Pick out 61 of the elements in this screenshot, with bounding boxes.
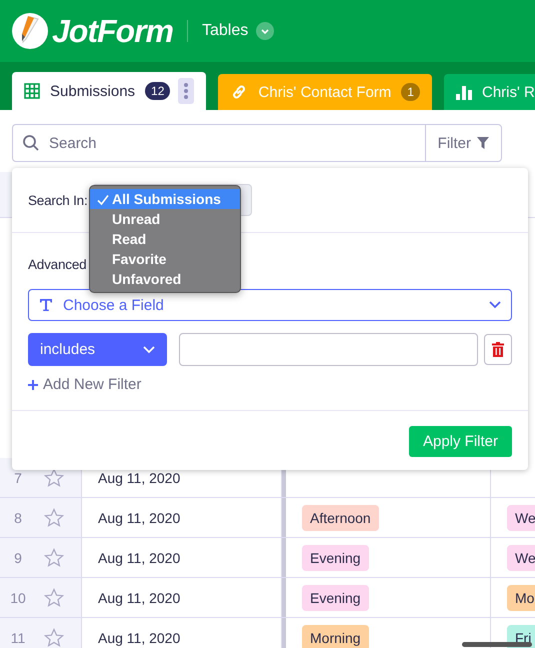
- more-icon: [184, 83, 188, 99]
- tag: Morning: [302, 624, 369, 648]
- add-filter-link[interactable]: Add New Filter: [28, 376, 142, 393]
- tab[interactable]: Submissions 12: [12, 72, 206, 110]
- delete-button[interactable]: [484, 334, 512, 365]
- menu-option[interactable]: Unread: [90, 209, 240, 229]
- date-cell: Aug 11, 2020: [98, 550, 180, 566]
- search-in-label: Search In:: [28, 192, 88, 208]
- menu-option[interactable]: Read: [90, 229, 240, 249]
- check-icon: [97, 194, 109, 206]
- apply-filter-button[interactable]: Apply Filter: [408, 426, 512, 456]
- date-cell: Aug 11, 2020: [98, 510, 180, 526]
- star-icon[interactable]: [44, 548, 64, 568]
- star-icon[interactable]: [44, 588, 64, 608]
- row-number: 7: [13, 470, 23, 486]
- tag: Afternoon: [302, 504, 379, 530]
- chevron-down-icon[interactable]: [256, 22, 274, 40]
- chevron-down-icon: [489, 301, 501, 309]
- star-icon[interactable]: [44, 508, 64, 528]
- value-field[interactable]: [179, 333, 478, 366]
- date-cell: Aug 11, 2020: [98, 470, 180, 486]
- row-number: 8: [13, 510, 23, 526]
- operator-select[interactable]: includes: [28, 333, 167, 366]
- bar-chart-icon: [456, 84, 472, 100]
- star-icon[interactable]: [44, 468, 64, 488]
- tab-label: Submissions: [50, 82, 136, 100]
- plus-icon: [28, 380, 38, 390]
- date-cell: Aug 11, 2020: [98, 590, 180, 606]
- tab-label: Chris' R: [482, 84, 535, 100]
- funnel-icon: [477, 137, 489, 149]
- logo-text: JotForm: [52, 12, 173, 50]
- grid-icon: [24, 83, 40, 99]
- menu-option[interactable]: All Submissions: [90, 189, 240, 209]
- chevron-down-icon: [143, 346, 155, 354]
- search-icon: [23, 135, 39, 151]
- more-button[interactable]: [178, 78, 194, 104]
- menu-option[interactable]: Unfavored: [90, 269, 240, 289]
- tag: We: [507, 504, 535, 530]
- tab[interactable]: Chris' R: [444, 74, 535, 110]
- pencil-logo-icon: [12, 13, 48, 49]
- count-badge: 12: [145, 82, 170, 100]
- scrollbar[interactable]: [462, 642, 532, 647]
- count-badge: 1: [401, 83, 420, 101]
- tag: We: [507, 544, 535, 570]
- row-number: 10: [9, 590, 27, 606]
- tab[interactable]: Chris' Contact Form 1: [218, 74, 432, 110]
- filter-button[interactable]: Filter: [424, 124, 502, 162]
- tag: Evening: [302, 544, 369, 570]
- date-cell: Aug 11, 2020: [98, 630, 180, 646]
- tag: Mo: [507, 584, 535, 610]
- menu-option[interactable]: Favorite: [90, 249, 240, 269]
- tag: Evening: [302, 584, 369, 610]
- row-number: 9: [13, 550, 23, 566]
- row-number: 11: [10, 630, 26, 646]
- advanced-label: Advanced: [28, 257, 86, 272]
- text-type-icon: [39, 298, 53, 312]
- trash-icon: [492, 342, 504, 357]
- field-select[interactable]: Choose a Field: [28, 289, 512, 321]
- tab-label: Chris' Contact Form: [258, 84, 392, 100]
- section-title: Tables: [202, 22, 248, 40]
- star-icon[interactable]: [44, 628, 64, 648]
